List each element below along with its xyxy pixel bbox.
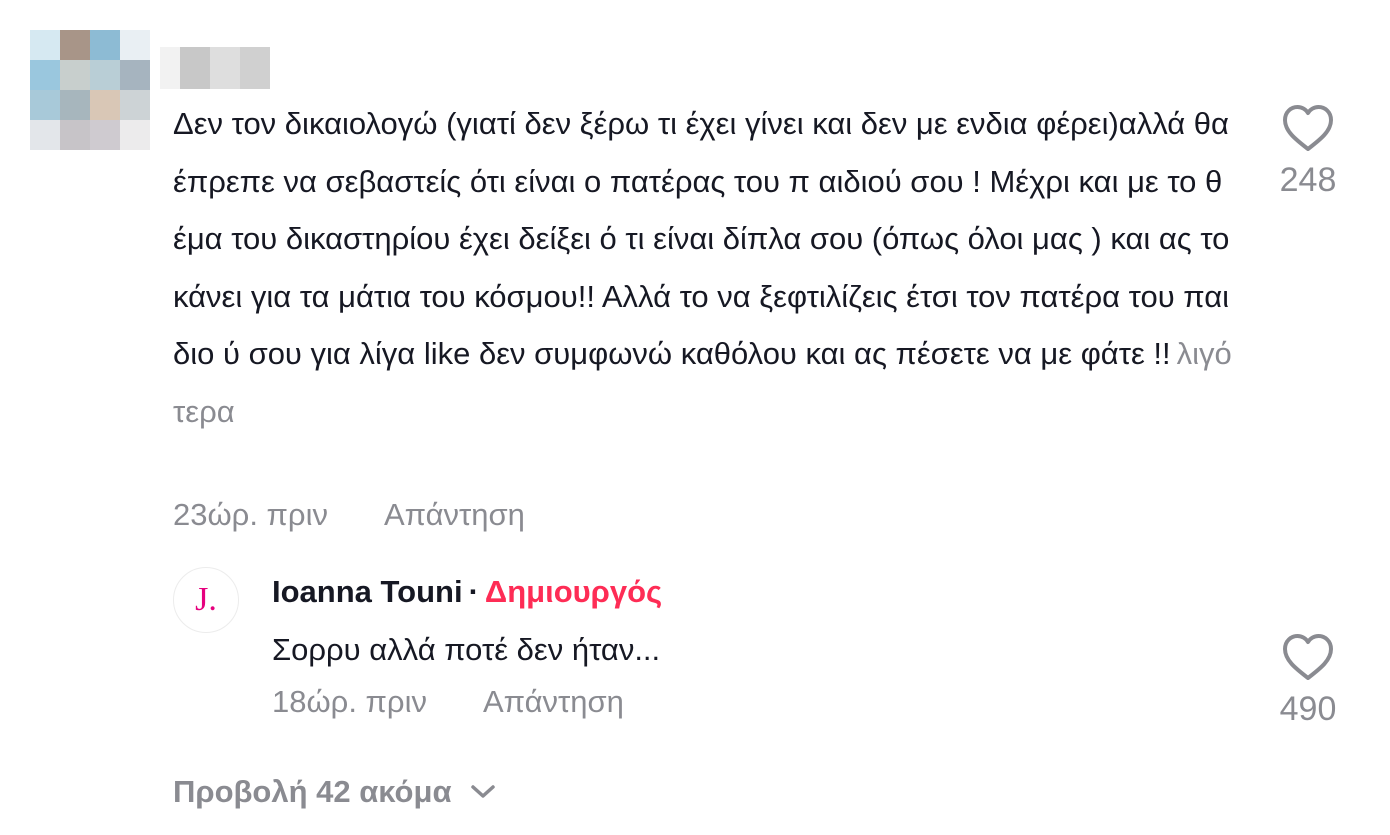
avatar-pixel: [90, 120, 120, 150]
comment-text: Δεν τον δικαιολογώ (γιατί δεν ξέρω τι έχ…: [173, 95, 1233, 440]
separator-dot: ·: [468, 574, 479, 609]
reply-like-count: 490: [1279, 690, 1337, 728]
reply-button[interactable]: Απάντηση: [384, 497, 525, 533]
avatar-pixel: [120, 60, 150, 90]
heart-outline-icon[interactable]: [1281, 103, 1335, 153]
avatar-pixel: [90, 30, 120, 60]
comment-timestamp: 23ώρ. πριν: [173, 497, 328, 532]
avatar-pixel: [60, 90, 90, 120]
pixelated-username[interactable]: [160, 47, 270, 89]
heart-outline-icon[interactable]: [1281, 632, 1335, 682]
reply-timestamp: 18ώρ. πριν: [272, 684, 427, 719]
chevron-down-icon: [470, 785, 495, 798]
reply-reply-button[interactable]: Απάντηση: [483, 684, 624, 720]
username-pixel: [240, 47, 270, 89]
view-more-label: Προβολή 42 ακόμα: [173, 774, 452, 809]
avatar-pixel: [90, 60, 120, 90]
avatar-pixel: [90, 90, 120, 120]
avatar-pixel: [60, 30, 90, 60]
reply-like-button[interactable]: 490: [1263, 632, 1353, 729]
comment-body: Δεν τον δικαιολογώ (γιατί δεν ξέρω τι έχ…: [173, 106, 1230, 371]
avatar-pixel: [30, 30, 60, 60]
reply-text: Σορρυ αλλά ποτέ δεν ήταν...: [272, 632, 661, 667]
username-pixel: [160, 47, 180, 89]
pixelated-avatar[interactable]: [30, 30, 150, 150]
reply-author-name[interactable]: Ioanna Touni: [272, 574, 463, 609]
avatar-pixel: [30, 120, 60, 150]
comment-meta: 23ώρ. πριν Απάντηση: [173, 497, 525, 533]
username-pixel: [210, 47, 240, 89]
comment-like-button[interactable]: 248: [1263, 103, 1353, 200]
avatar-pixel: [60, 60, 90, 90]
reply-header: Ioanna Touni · Δημιουργός: [272, 574, 662, 610]
avatar-pixel: [30, 60, 60, 90]
creator-avatar-letter: J.: [195, 581, 217, 618]
avatar-pixel: [120, 120, 150, 150]
avatar-pixel: [60, 120, 90, 150]
comment-like-count: 248: [1279, 161, 1337, 199]
username-pixel: [180, 47, 210, 89]
creator-avatar[interactable]: J.: [173, 567, 239, 633]
avatar-pixel: [120, 90, 150, 120]
creator-badge: Δημιουργός: [484, 574, 663, 609]
avatar-pixel: [30, 90, 60, 120]
reply-meta: 18ώρ. πριν Απάντηση: [272, 684, 624, 720]
avatar-pixel: [120, 30, 150, 60]
view-more-replies-button[interactable]: Προβολή 42 ακόμα: [173, 774, 496, 810]
